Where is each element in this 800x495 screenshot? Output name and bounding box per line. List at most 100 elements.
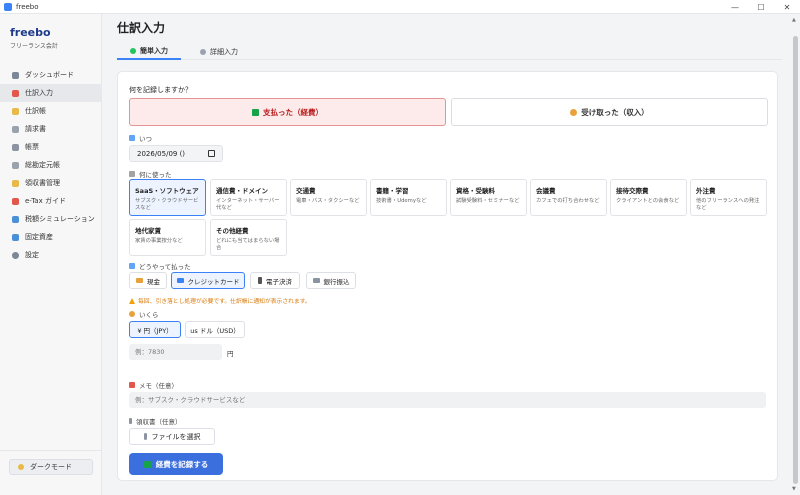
receipt-label-text: 領収書（任意） — [136, 418, 182, 426]
sidebar-item-label: 仕訳入力 — [25, 89, 53, 97]
file-select-button[interactable]: ファイルを選択 — [129, 428, 215, 445]
etax-icon — [12, 197, 19, 205]
sidebar-item-dashboard[interactable]: ダッシュボード — [0, 66, 102, 84]
ledger-icon — [12, 161, 19, 169]
category-books[interactable]: 書籍・学習技術書・Udemyなど — [370, 179, 447, 216]
category-name: 地代家賃 — [135, 227, 161, 235]
main-scrollbar[interactable]: ▲ ▼ — [791, 14, 800, 495]
sidebar-item-receipts[interactable]: 領収書管理 — [0, 174, 102, 192]
payment-option-label: 銀行振込 — [323, 277, 350, 286]
sidebar-nav: ダッシュボード 仕訳入力 仕訳帳 請求書 帳票 総勘定元帳 領収書管理 e-Ta… — [0, 66, 102, 264]
sidebar-item-journal-entry[interactable]: 仕訳入力 — [0, 84, 102, 102]
memo-input[interactable] — [129, 392, 766, 408]
income-button[interactable]: 受け取った（収入） — [451, 98, 768, 126]
scroll-down-icon[interactable]: ▼ — [792, 486, 796, 492]
sidebar-item-ledger[interactable]: 総勘定元帳 — [0, 156, 102, 174]
dark-mode-button[interactable]: ダークモード — [9, 459, 93, 475]
expense-button[interactable]: 支払った（経費） — [129, 98, 446, 126]
category-name: 書籍・学習 — [376, 187, 409, 195]
category-name: その他経費 — [216, 227, 249, 235]
money-out-icon — [252, 108, 259, 116]
category-desc: 技術書・Udemyなど — [376, 198, 427, 204]
cash-icon — [136, 278, 143, 283]
category-desc: インターネット・サーバー代など — [216, 198, 280, 211]
sidebar-item-label: 設定 — [25, 251, 39, 259]
sidebar-item-settings[interactable]: 設定 — [0, 246, 102, 264]
sidebar-item-label: 領収書管理 — [25, 179, 60, 187]
sidebar-item-etax[interactable]: e-Tax ガイド — [0, 192, 102, 210]
sidebar-item-reports[interactable]: 帳票 — [0, 138, 102, 156]
money-bag-icon — [129, 311, 135, 317]
payment-label: どうやって払った — [129, 261, 191, 271]
tab-simple[interactable]: 簡単入力 — [117, 43, 181, 60]
payment-option-label: 電子決済 — [266, 277, 292, 286]
currency-label: ¥ 円（JPY） — [137, 326, 173, 335]
moon-icon — [18, 464, 24, 470]
sidebar-item-tax-sim[interactable]: 税額シミュレーション — [0, 210, 102, 228]
sidebar-item-label: 総勘定元帳 — [25, 161, 60, 169]
category-desc: 家賃の事業按分など — [135, 238, 183, 244]
asset-icon — [12, 233, 19, 241]
sidebar-item-invoice[interactable]: 請求書 — [0, 120, 102, 138]
category-saas[interactable]: SaaS・ソフトウェア サブスク・クラウドサービスなど — [129, 179, 206, 216]
category-meeting[interactable]: 会議費 カフェでの打ち合わせなど — [530, 179, 607, 216]
category-desc: 電車・バス・タクシーなど — [296, 198, 360, 204]
category-outsourcing[interactable]: 外注費他のフリーランスへの発注など — [690, 179, 767, 216]
category-name: 会議費 — [536, 187, 556, 195]
window-controls: — ☐ ✕ — [722, 0, 800, 14]
record-question: 何を記録しますか？ — [129, 86, 192, 94]
income-label: 受け取った（収入） — [581, 107, 649, 117]
payment-credit-card[interactable]: クレジットカード — [171, 272, 245, 289]
paperclip-icon — [129, 418, 132, 424]
category-desc: 他のフリーランスへの発注など — [696, 198, 760, 211]
phone-icon — [258, 277, 262, 284]
brand-logo: freebo — [10, 26, 51, 39]
memo-icon — [129, 382, 135, 388]
credit-card-icon — [176, 278, 184, 283]
amount-input[interactable] — [129, 344, 222, 360]
tab-label: 詳細入力 — [210, 47, 238, 56]
main-area: 仕訳入力 簡単入力 詳細入力 何を記録しますか？ 支払った（経費） 受け取った（… — [103, 14, 790, 495]
calculator-icon — [12, 215, 19, 223]
close-icon[interactable]: ✕ — [774, 0, 800, 14]
payment-bank-transfer[interactable]: 銀行振込 — [306, 272, 356, 289]
payment-option-label: クレジットカード — [187, 277, 240, 286]
currency-usd[interactable]: us ドル（USD） — [185, 321, 245, 338]
simple-tab-icon — [130, 47, 136, 54]
entry-tabs: 簡単入力 詳細入力 — [117, 43, 782, 60]
chart-icon — [129, 171, 135, 177]
date-input[interactable]: 2026/05/09 () — [129, 145, 223, 162]
calendar-icon — [129, 135, 135, 141]
tab-detailed[interactable]: 詳細入力 — [187, 43, 251, 60]
when-label: いつ — [129, 133, 152, 143]
sidebar-item-journal[interactable]: 仕訳帳 — [0, 102, 102, 120]
category-name: 外注費 — [696, 187, 716, 195]
minimize-icon[interactable]: — — [722, 0, 748, 14]
category-other[interactable]: その他経費 どれにも当てはまらない場合 — [210, 219, 287, 256]
app-icon — [4, 2, 12, 11]
dashboard-icon — [12, 71, 19, 79]
file-button-label: ファイルを選択 — [151, 432, 201, 441]
submit-expense-button[interactable]: 経費を記録する — [129, 453, 223, 475]
maximize-icon[interactable]: ☐ — [748, 0, 774, 14]
category-exam[interactable]: 資格・受験料 試験受験料・セミナーなど — [450, 179, 527, 216]
amount-label-text: いくら — [139, 311, 159, 319]
receipt-label: 領収書（任意） — [129, 416, 182, 426]
scroll-up-icon[interactable]: ▲ — [792, 17, 796, 23]
scroll-thumb[interactable] — [793, 36, 798, 484]
payment-cash[interactable]: 現金 — [129, 272, 167, 289]
calendar-picker-icon[interactable] — [208, 150, 215, 157]
sidebar-item-label: 固定資産 — [25, 233, 53, 241]
sidebar-item-assets[interactable]: 固定資産 — [0, 228, 102, 246]
payment-e-money[interactable]: 電子決済 — [250, 272, 300, 289]
journal-icon — [12, 107, 19, 115]
currency-jpy[interactable]: ¥ 円（JPY） — [129, 321, 181, 338]
category-transport[interactable]: 交通費 電車・バス・タクシーなど — [290, 179, 367, 216]
category-telecom[interactable]: 通信費・ドメイン インターネット・サーバー代など — [210, 179, 287, 216]
category-desc: サブスク・クラウドサービスなど — [135, 198, 199, 211]
category-rent[interactable]: 地代家賃家賃の事業按分など — [129, 219, 206, 256]
dark-mode-label: ダークモード — [30, 463, 72, 471]
category-name: 資格・受験料 — [456, 187, 495, 195]
category-entertainment[interactable]: 接待交際費 クライアントとの会食など — [610, 179, 687, 216]
tab-label: 簡単入力 — [140, 46, 168, 55]
